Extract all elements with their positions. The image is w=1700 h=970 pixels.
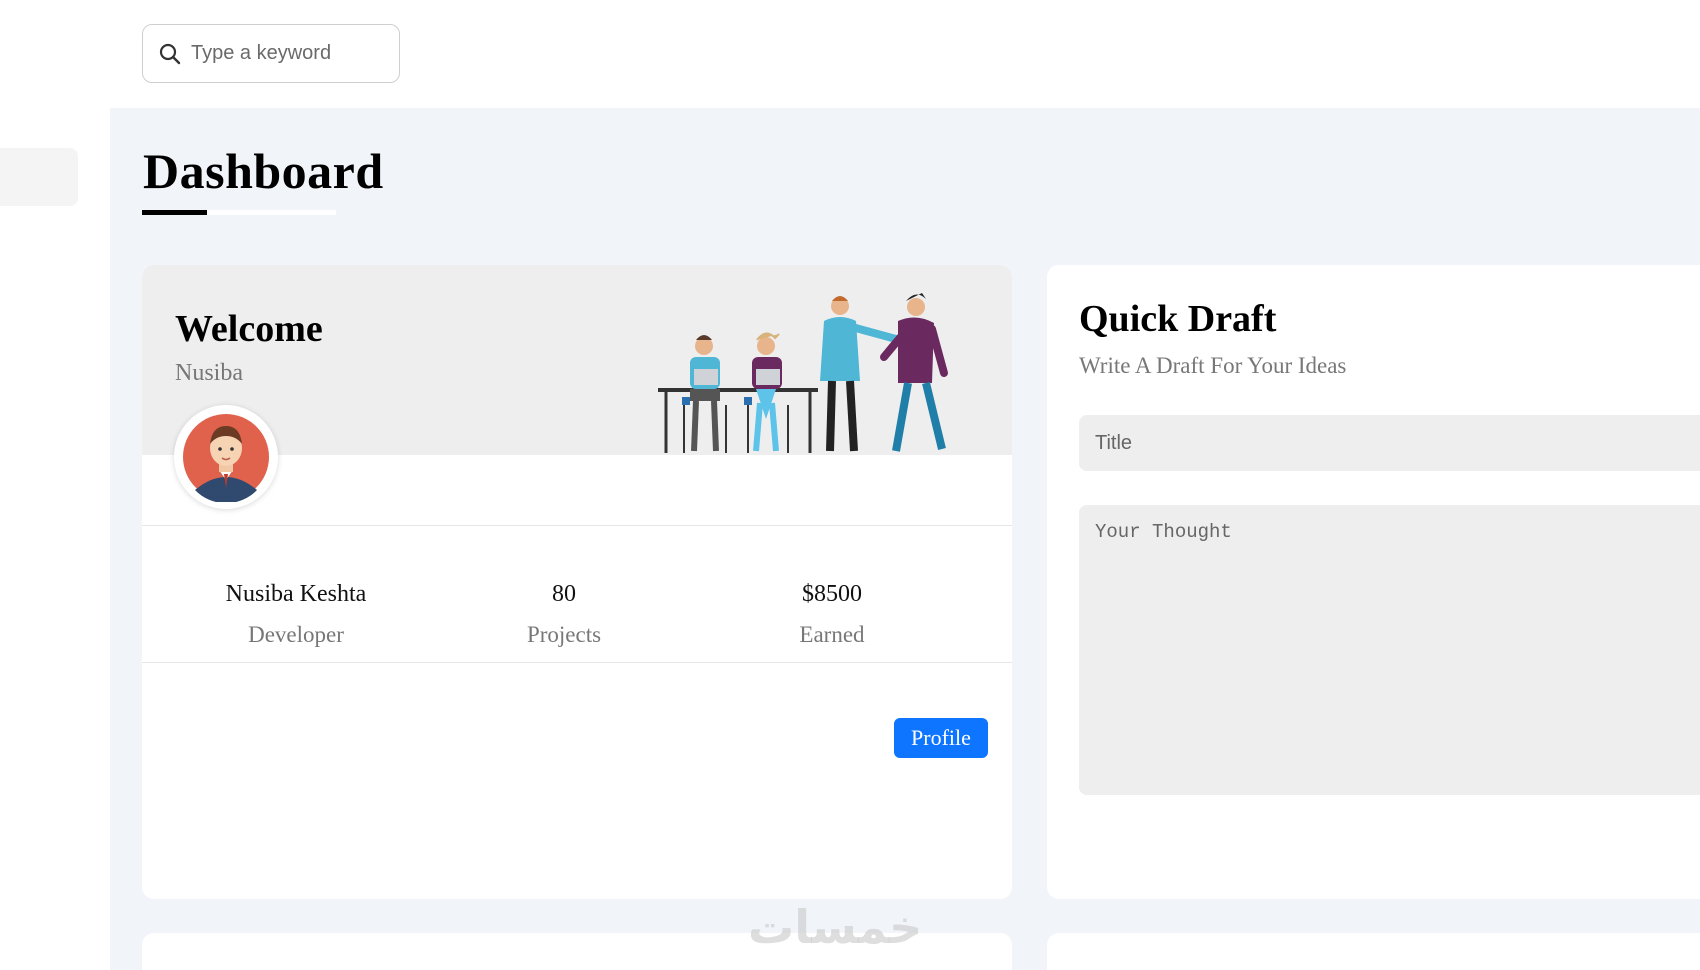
welcome-title: Welcome: [175, 308, 323, 350]
welcome-divider-bottom: [142, 662, 1012, 663]
search-box[interactable]: [142, 24, 400, 83]
sidebar-active-item[interactable]: [0, 148, 78, 206]
stat-value: 80: [552, 581, 576, 607]
quick-draft-title: Quick Draft: [1079, 298, 1277, 340]
stat-label: Earned: [799, 622, 865, 647]
avatar[interactable]: [174, 405, 278, 509]
stat-name: Nusiba Keshta Developer: [176, 581, 416, 648]
draft-title-input[interactable]: [1079, 415, 1700, 471]
top-bar: [0, 0, 1700, 108]
welcome-card: Welcome Nusiba Nusiba Keshta Developer 8…: [142, 265, 1012, 899]
search-input[interactable]: [191, 42, 381, 65]
next-card-right: [1047, 933, 1700, 970]
welcome-username: Nusiba: [175, 360, 243, 386]
draft-thought-textarea[interactable]: [1079, 505, 1700, 795]
page-title: Dashboard: [143, 143, 384, 199]
search-icon: [159, 43, 181, 64]
quick-draft-card: Quick Draft Write A Draft For Your Ideas: [1047, 265, 1700, 899]
stat-projects: 80 Projects: [444, 581, 684, 648]
welcome-header: Welcome Nusiba: [142, 265, 1012, 455]
stat-label: Developer: [248, 622, 344, 647]
stat-value: $8500: [802, 581, 862, 607]
watermark: خمسات: [748, 900, 923, 954]
main-content: Dashboard Welcome Nusiba Nusiba Keshta D…: [110, 108, 1700, 970]
quick-draft-subtitle: Write A Draft For Your Ideas: [1079, 353, 1347, 378]
profile-button[interactable]: Profile: [894, 718, 988, 758]
title-underline-accent: [142, 210, 207, 215]
stat-label: Projects: [526, 622, 602, 647]
stat-value: Nusiba Keshta: [225, 581, 367, 607]
welcome-divider-top: [142, 525, 1012, 526]
stat-earned: $8500 Earned: [712, 581, 952, 648]
team-illustration: [658, 293, 948, 453]
user-avatar-icon: [183, 414, 269, 502]
